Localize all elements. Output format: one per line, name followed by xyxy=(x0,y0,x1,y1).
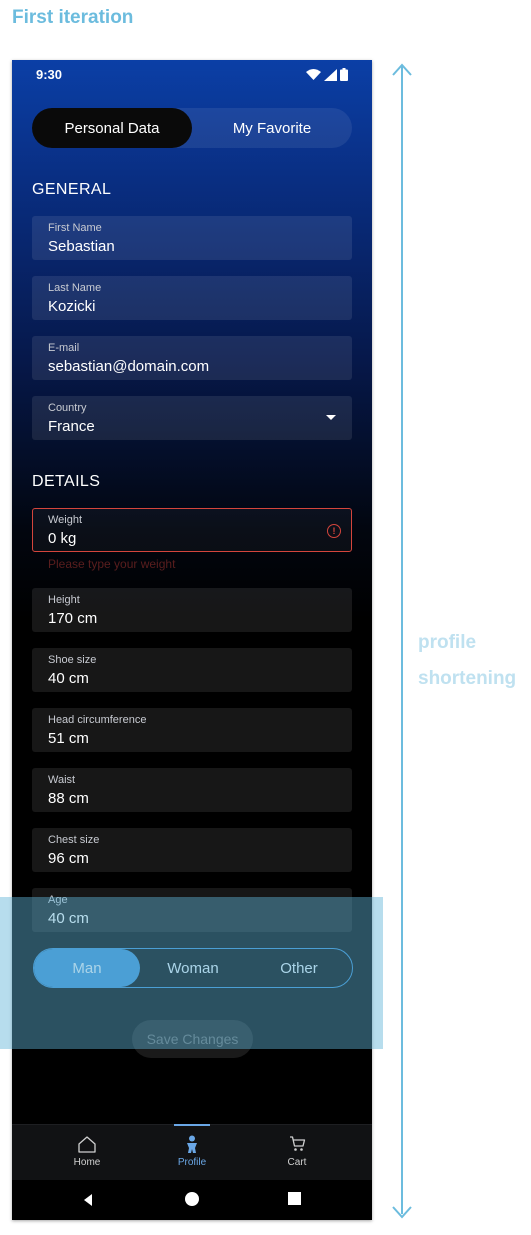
back-icon[interactable] xyxy=(84,1194,93,1206)
weight-error-text: Please type your weight xyxy=(48,557,176,571)
field-value: sebastian@domain.com xyxy=(48,358,210,375)
arrow-up-icon xyxy=(392,63,412,76)
status-icons xyxy=(306,68,348,81)
field-label: Height xyxy=(48,594,80,606)
nav-label-profile: Profile xyxy=(177,1157,207,1168)
tab-my-favorite[interactable]: My Favorite xyxy=(192,108,352,148)
last-name-field[interactable]: Last Name Kozicki xyxy=(32,276,352,320)
field-label: Country xyxy=(48,402,87,414)
home-circle-icon[interactable] xyxy=(185,1192,199,1206)
field-value: France xyxy=(48,418,95,435)
field-value: 88 cm xyxy=(48,790,89,807)
head-circumference-field[interactable]: Head circumference 51 cm xyxy=(32,708,352,752)
tab-personal-data[interactable]: Personal Data xyxy=(32,108,192,148)
arrow-down-icon xyxy=(392,1206,412,1219)
profile-tabs: Personal Data My Favorite xyxy=(32,108,352,148)
field-value: 40 cm xyxy=(48,670,89,687)
waist-field[interactable]: Waist 88 cm xyxy=(32,768,352,812)
nav-item-profile[interactable]: Profile xyxy=(132,1124,252,1181)
field-label: Chest size xyxy=(48,834,100,846)
email-field[interactable]: E-mail sebastian@domain.com xyxy=(32,336,352,380)
status-time: 9:30 xyxy=(36,67,63,82)
recents-icon[interactable] xyxy=(288,1192,301,1205)
home-icon xyxy=(78,1135,96,1153)
dropdown-arrow-icon[interactable] xyxy=(326,415,336,420)
annotation-arrow-line xyxy=(401,66,403,1214)
field-label: Waist xyxy=(48,774,76,786)
bottom-navigation: Home Profile Cart xyxy=(12,1124,372,1181)
nav-label-cart: Cart xyxy=(287,1157,307,1168)
field-value: 96 cm xyxy=(48,850,89,867)
nav-item-cart[interactable]: Cart xyxy=(237,1125,357,1181)
field-value: 51 cm xyxy=(48,730,89,747)
nav-item-home[interactable]: Home xyxy=(27,1125,147,1181)
person-icon xyxy=(185,1135,199,1153)
section-general-heading: GENERAL xyxy=(32,181,112,198)
battery-icon xyxy=(340,68,348,81)
field-value: Sebastian xyxy=(48,238,115,255)
field-label: Shoe size xyxy=(48,654,97,666)
annotation-shortening: shortening xyxy=(418,668,517,689)
chest-size-field[interactable]: Chest size 96 cm xyxy=(32,828,352,872)
status-bar: 9:30 xyxy=(12,60,372,88)
field-value: 0 kg xyxy=(48,530,77,547)
section-details-heading: DETAILS xyxy=(32,473,101,490)
annotation-profile: profile xyxy=(418,632,477,653)
field-label: Last Name xyxy=(48,282,102,294)
first-name-field[interactable]: First Name Sebastian xyxy=(32,216,352,260)
system-navigation-bar xyxy=(12,1180,372,1220)
nav-active-indicator xyxy=(174,1124,210,1126)
signal-icon xyxy=(324,68,337,81)
canvas-title: First iteration xyxy=(12,7,134,28)
field-label: E-mail xyxy=(48,342,80,354)
weight-field[interactable]: Weight 0 kg ! xyxy=(32,508,352,552)
cart-icon xyxy=(289,1135,306,1153)
wifi-icon xyxy=(306,69,321,80)
field-value: Kozicki xyxy=(48,298,96,315)
shoe-size-field[interactable]: Shoe size 40 cm xyxy=(32,648,352,692)
shortening-highlight-overlay xyxy=(0,897,383,1049)
height-field[interactable]: Height 170 cm xyxy=(32,588,352,632)
field-label: Weight xyxy=(48,514,83,526)
field-value: 170 cm xyxy=(48,610,98,627)
field-label: First Name xyxy=(48,222,102,234)
field-label: Head circumference xyxy=(48,714,147,726)
error-icon: ! xyxy=(327,524,341,538)
nav-label-home: Home xyxy=(73,1157,101,1168)
country-select[interactable]: Country France xyxy=(32,396,352,440)
